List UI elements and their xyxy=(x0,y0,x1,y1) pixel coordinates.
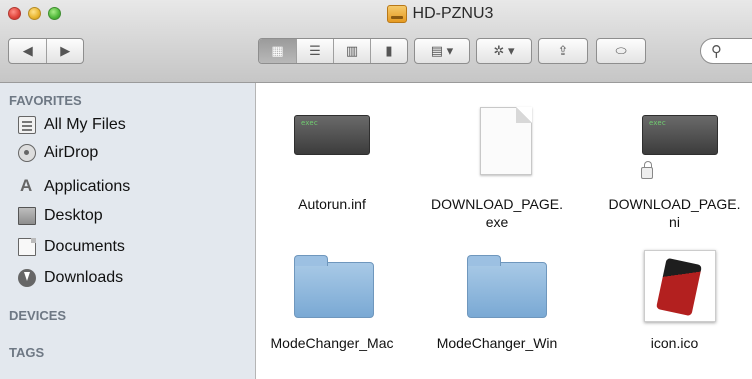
forward-arrow-icon: ▶ xyxy=(60,43,71,58)
sidebar-item-label: Downloads xyxy=(44,269,124,286)
blank-document-icon xyxy=(480,107,532,175)
search-field[interactable]: ⚲ xyxy=(700,38,752,64)
sidebar-item-airdrop[interactable]: AirDrop xyxy=(18,142,98,164)
file-item-modechanger-win[interactable]: ModeChanger_Win xyxy=(422,248,572,358)
file-item-download-page-ni[interactable]: DOWNLOAD_PAGE. ni xyxy=(597,103,752,230)
image-thumbnail-icon xyxy=(644,250,716,322)
file-item-download-page-exe[interactable]: DOWNLOAD_PAGE. exe xyxy=(422,103,572,230)
tags-section-title[interactable]: TAGS xyxy=(9,345,44,360)
file-name: Autorun.inf xyxy=(298,196,366,212)
zoom-window-button[interactable] xyxy=(48,7,61,20)
back-arrow-icon: ◀ xyxy=(22,43,33,58)
file-name: icon.ico xyxy=(650,335,699,351)
cover-flow-view-button[interactable]: ▮ xyxy=(370,39,407,63)
file-item-autorun-inf[interactable]: Autorun.inf xyxy=(257,103,407,223)
lock-icon xyxy=(641,161,653,179)
column-view-button[interactable]: ▥ xyxy=(333,39,370,63)
documents-icon xyxy=(18,238,36,256)
sidebar-item-label: AirDrop xyxy=(44,144,99,161)
close-window-button[interactable] xyxy=(8,7,21,20)
sidebar-item-all-my-files[interactable]: All My Files xyxy=(18,114,126,136)
favorites-section-title: FAVORITES xyxy=(9,93,82,108)
share-icon: ⇪ xyxy=(557,43,569,58)
file-name: ModeChanger_Mac xyxy=(270,335,394,351)
columns-icon: ▥ xyxy=(345,43,359,58)
list-icon: ☰ xyxy=(309,43,321,58)
window-toolbar: HD-PZNU3 ◀ ▶ ▦ ☰ ▥ ▮ ▤ ▾ ✲ ▾ ⇪ ⬭ ⚲ xyxy=(0,0,752,83)
file-name-line-1: DOWNLOAD_PAGE. xyxy=(431,196,563,212)
devices-section-title[interactable]: DEVICES xyxy=(9,308,66,323)
list-view-button[interactable]: ☰ xyxy=(296,39,333,63)
window-title-text: HD-PZNU3 xyxy=(412,5,494,22)
search-icon: ⚲ xyxy=(711,43,722,60)
sidebar-item-label: Documents xyxy=(44,238,125,255)
action-menu-button[interactable]: ✲ ▾ xyxy=(476,38,532,64)
drive-icon xyxy=(386,5,407,23)
arrange-icon: ▤ ▾ xyxy=(430,43,454,58)
icon-grid-icon: ▦ xyxy=(271,43,284,58)
sidebar-item-downloads[interactable]: Downloads xyxy=(18,267,123,289)
downloads-icon xyxy=(18,269,36,287)
desktop-icon xyxy=(18,207,36,225)
forward-button[interactable]: ▶ xyxy=(46,39,83,63)
file-item-icon-ico[interactable]: icon.ico xyxy=(597,248,752,358)
folder-icon xyxy=(294,255,374,318)
sidebar-item-label: Desktop xyxy=(44,207,103,224)
sidebar-item-label: All My Files xyxy=(44,116,126,133)
view-mode-control: ▦ ☰ ▥ ▮ xyxy=(258,38,408,64)
sidebar-item-documents[interactable]: Documents xyxy=(18,236,125,258)
sidebar-item-label: Applications xyxy=(44,178,131,195)
file-item-modechanger-mac[interactable]: ModeChanger_Mac xyxy=(257,248,407,358)
airdrop-icon xyxy=(18,144,36,162)
arrange-button[interactable]: ▤ ▾ xyxy=(414,38,470,64)
back-forward-control: ◀ ▶ xyxy=(8,38,84,64)
file-grid: Autorun.inf DOWNLOAD_PAGE. exe DOWNLOAD_… xyxy=(257,83,752,379)
back-button[interactable]: ◀ xyxy=(9,39,46,63)
gear-icon: ✲ ▾ xyxy=(493,43,515,58)
file-name-line-2: exe xyxy=(485,214,509,230)
file-name-line-2: ni xyxy=(669,214,680,230)
icon-view-button[interactable]: ▦ xyxy=(259,39,296,63)
sidebar-item-desktop[interactable]: Desktop xyxy=(18,205,103,227)
terminal-file-icon xyxy=(294,115,370,155)
file-name: ModeChanger_Win xyxy=(436,335,558,351)
sidebar: FAVORITES All My Files AirDrop Applicati… xyxy=(0,83,256,379)
tag-icon: ⬭ xyxy=(615,43,627,58)
all-files-icon xyxy=(18,116,36,134)
cover-flow-icon: ▮ xyxy=(385,43,393,58)
tags-button[interactable]: ⬭ xyxy=(596,38,646,64)
minimize-window-button[interactable] xyxy=(28,7,41,20)
share-button[interactable]: ⇪ xyxy=(538,38,588,64)
sidebar-item-applications[interactable]: Applications xyxy=(18,176,130,198)
window-title: HD-PZNU3 xyxy=(300,3,580,25)
folder-icon xyxy=(467,255,547,318)
applications-icon xyxy=(18,176,36,196)
locked-terminal-file-icon xyxy=(642,115,718,155)
file-name-line-1: DOWNLOAD_PAGE. xyxy=(608,196,741,212)
